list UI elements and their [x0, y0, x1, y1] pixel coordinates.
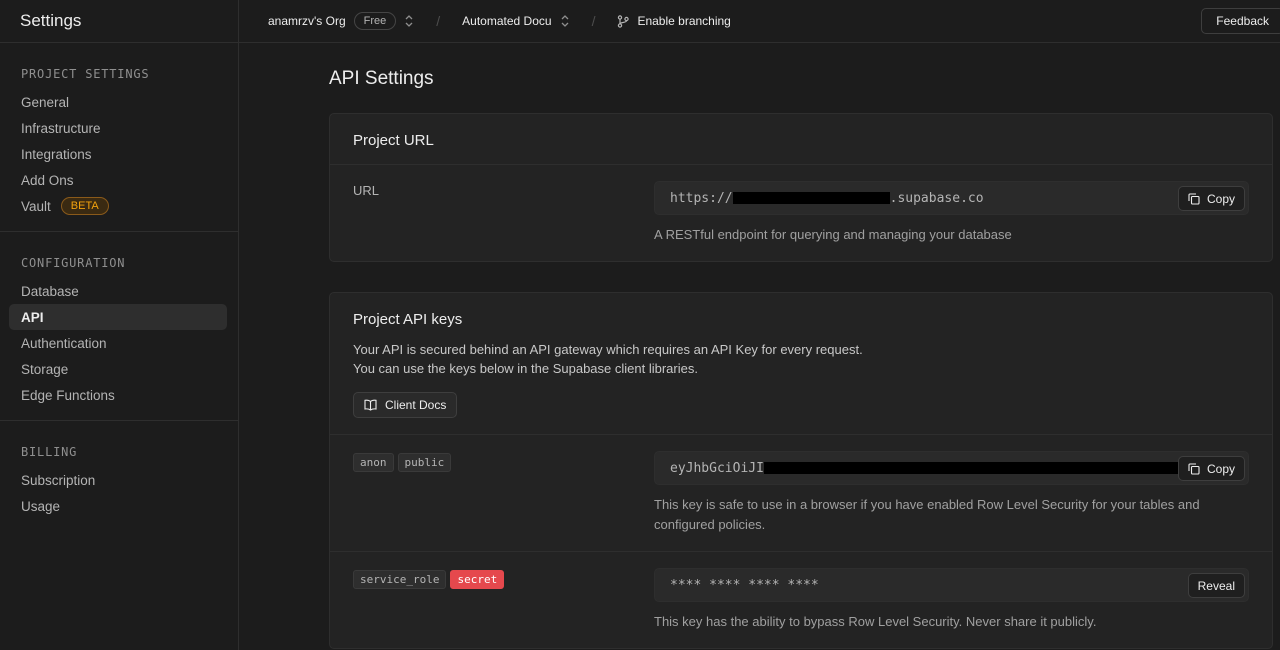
- api-keys-description-line1: Your API is secured behind an API gatewa…: [353, 342, 863, 357]
- panel-title: Project URL: [330, 114, 1272, 165]
- url-row: URL https:// .supabase.co Copy A RESTful…: [330, 165, 1272, 261]
- section-heading: CONFIGURATION: [21, 256, 126, 270]
- panel-title: Project API keys: [353, 311, 463, 328]
- copy-url-button[interactable]: Copy: [1177, 186, 1245, 211]
- url-suffix: .supabase.co: [889, 190, 984, 206]
- sidebar-section-billing: BILLING Subscription Usage: [0, 421, 238, 531]
- chevron-updown-icon: [560, 14, 570, 28]
- sidebar-item-storage[interactable]: Storage: [9, 356, 227, 382]
- sidebar-item-label: Infrastructure: [21, 120, 101, 136]
- project-url-panel: Project URL URL https:// .supabase.co Co…: [329, 113, 1273, 262]
- url-prefix: https://: [670, 190, 733, 206]
- sidebar-item-label: Add Ons: [21, 172, 74, 188]
- sidebar-item-label: Database: [21, 283, 79, 299]
- api-keys-description-line2: You can use the keys below in the Supaba…: [353, 361, 698, 376]
- client-docs-label: Client Docs: [385, 398, 447, 412]
- sidebar-item-general[interactable]: General: [9, 89, 227, 115]
- service-role-tag: service_role: [353, 570, 447, 589]
- sidebar-item-vault[interactable]: Vault BETA: [9, 193, 227, 219]
- copy-anon-key-button[interactable]: Copy: [1177, 456, 1245, 481]
- anon-tag: anon: [353, 453, 394, 472]
- copy-label: Copy: [1206, 461, 1235, 476]
- sidebar-item-label: Integrations: [21, 146, 92, 162]
- url-label: URL: [353, 183, 380, 198]
- sidebar-item-label: Authentication: [21, 335, 107, 351]
- breadcrumb-separator: /: [591, 13, 596, 29]
- enable-branching-button[interactable]: Enable branching: [617, 14, 731, 28]
- plan-badge: Free: [353, 12, 397, 30]
- secret-tag: secret: [450, 570, 505, 589]
- sidebar-item-database[interactable]: Database: [9, 278, 227, 304]
- page-title: API Settings: [329, 68, 434, 89]
- url-field[interactable]: https:// .supabase.co Copy: [654, 181, 1249, 215]
- chevron-updown-icon: [404, 14, 414, 28]
- anon-key-prefix: eyJhbGciOiJI: [670, 460, 764, 476]
- copy-icon: [1188, 192, 1200, 205]
- copy-icon: [1188, 462, 1200, 475]
- anon-key-row: anon public eyJhbGciOiJI Copy This key i…: [330, 434, 1272, 551]
- sidebar-item-authentication[interactable]: Authentication: [9, 330, 227, 356]
- breadcrumb: anamrzv's Org Free / Automated Docu / En…: [239, 0, 1280, 43]
- redacted-block: [732, 192, 890, 204]
- sidebar-item-label: API: [21, 309, 44, 325]
- sidebar: Settings PROJECT SETTINGS General Infras…: [0, 0, 239, 650]
- service-role-masked-value: **** **** **** ****: [670, 577, 819, 593]
- beta-badge: BETA: [60, 197, 109, 215]
- main-content: API Settings Project URL URL https:// .s…: [329, 43, 1273, 650]
- copy-label: Copy: [1206, 191, 1235, 206]
- reveal-button[interactable]: Reveal: [1187, 573, 1245, 598]
- anon-key-field[interactable]: eyJhbGciOiJI Copy: [654, 451, 1249, 485]
- service-role-key-field[interactable]: **** **** **** **** Reveal: [654, 568, 1249, 602]
- enable-branching-label: Enable branching: [637, 14, 731, 28]
- sidebar-item-usage[interactable]: Usage: [9, 493, 227, 519]
- org-name: anamrzv's Org: [268, 14, 346, 28]
- project-selector[interactable]: Automated Docu: [462, 14, 569, 28]
- sidebar-item-api[interactable]: API: [9, 304, 227, 330]
- service-role-help-text: This key has the ability to bypass Row L…: [654, 614, 1097, 629]
- sidebar-item-subscription[interactable]: Subscription: [9, 467, 227, 493]
- git-branch-icon: [617, 14, 630, 28]
- sidebar-item-label: General: [21, 94, 70, 110]
- book-icon: [364, 399, 377, 411]
- sidebar-section-project: PROJECT SETTINGS General Infrastructure …: [0, 43, 238, 232]
- sidebar-title: Settings: [0, 0, 238, 43]
- sidebar-item-label: Edge Functions: [21, 387, 115, 403]
- sidebar-item-infrastructure[interactable]: Infrastructure: [9, 115, 227, 141]
- project-name: Automated Docu: [462, 14, 552, 28]
- sidebar-item-add-ons[interactable]: Add Ons: [9, 167, 227, 193]
- section-heading: PROJECT SETTINGS: [21, 67, 150, 81]
- anon-help-text: This key is safe to use in a browser if …: [654, 497, 1200, 532]
- sidebar-section-configuration: CONFIGURATION Database API Authenticatio…: [0, 232, 238, 421]
- api-keys-panel: Project API keys Your API is secured beh…: [329, 292, 1273, 649]
- sidebar-item-label: Storage: [21, 361, 69, 377]
- reveal-label: Reveal: [1197, 578, 1235, 593]
- section-heading: BILLING: [21, 445, 78, 459]
- public-tag: public: [397, 453, 452, 472]
- breadcrumb-separator: /: [436, 13, 441, 29]
- client-docs-button[interactable]: Client Docs: [353, 392, 458, 418]
- sidebar-item-label: Usage: [21, 498, 61, 514]
- sidebar-item-label: Subscription: [21, 472, 96, 488]
- url-help-text: A RESTful endpoint for querying and mana…: [654, 227, 1012, 242]
- sidebar-item-integrations[interactable]: Integrations: [9, 141, 227, 167]
- service-role-key-row: service_role secret **** **** **** **** …: [330, 551, 1272, 648]
- sidebar-item-edge-functions[interactable]: Edge Functions: [9, 382, 227, 408]
- org-selector[interactable]: anamrzv's Org Free: [268, 12, 414, 30]
- sidebar-item-label: Vault: [21, 198, 51, 214]
- feedback-button[interactable]: Feedback: [1201, 8, 1280, 34]
- redacted-block: [763, 462, 1184, 474]
